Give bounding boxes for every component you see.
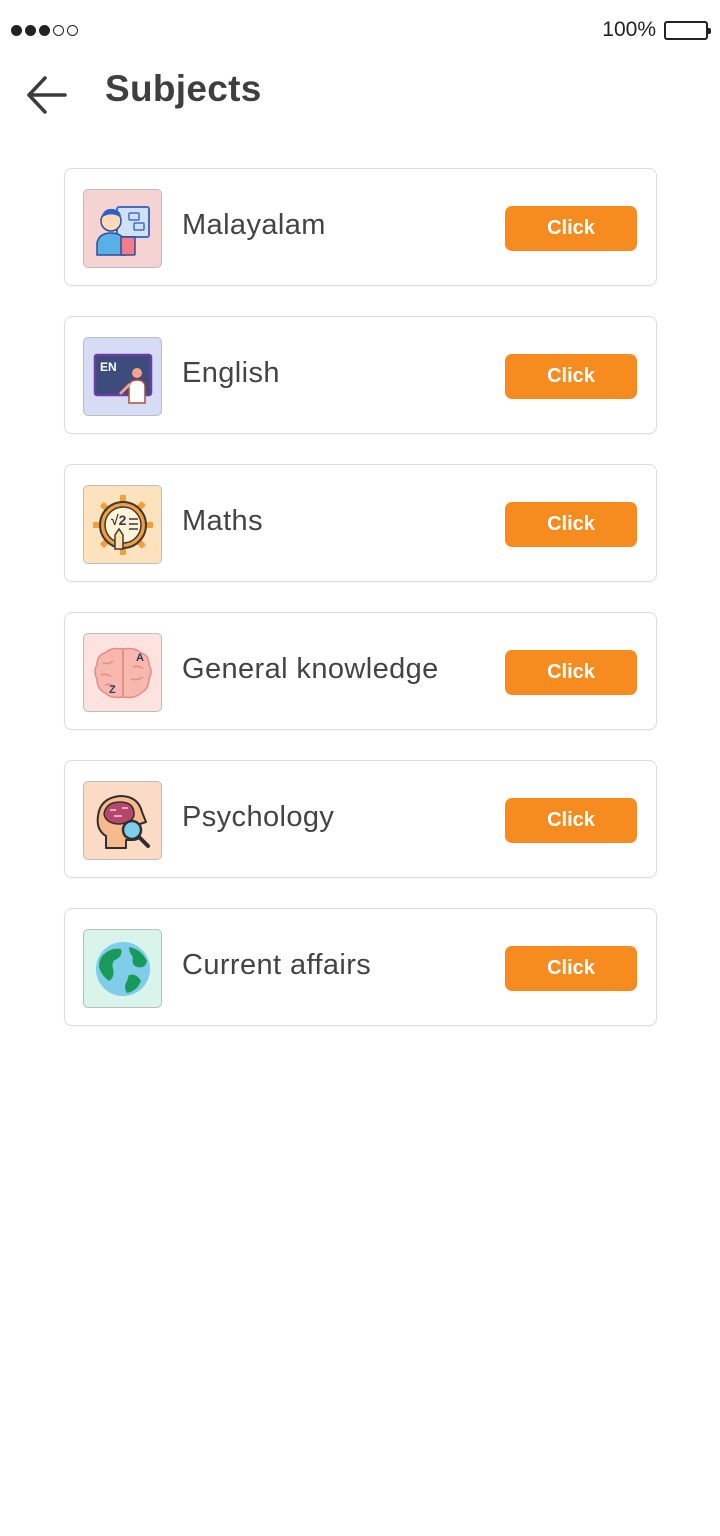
subject-name: Psychology bbox=[182, 801, 335, 833]
signal-dot bbox=[53, 25, 64, 36]
brain-icon: A Z bbox=[83, 633, 162, 712]
english-blackboard-icon: EN bbox=[83, 337, 162, 416]
arrow-left-icon bbox=[27, 76, 67, 114]
subject-card-english[interactable]: EN English Click bbox=[64, 316, 657, 434]
signal-dot bbox=[25, 25, 36, 36]
signal-strength-icon bbox=[11, 25, 78, 36]
click-button[interactable]: Click bbox=[505, 650, 637, 695]
click-button[interactable]: Click bbox=[505, 798, 637, 843]
click-button[interactable]: Click bbox=[505, 206, 637, 251]
subject-name: Current affairs bbox=[182, 949, 372, 981]
subject-list: Malayalam Click EN English Click √2 Math… bbox=[64, 168, 657, 1056]
back-button[interactable] bbox=[24, 74, 70, 116]
svg-text:A: A bbox=[136, 652, 144, 664]
click-button[interactable]: Click bbox=[505, 354, 637, 399]
click-button[interactable]: Click bbox=[505, 502, 637, 547]
battery-status: 100% bbox=[602, 18, 711, 42]
signal-dot bbox=[11, 25, 22, 36]
svg-text:Z: Z bbox=[109, 684, 116, 696]
globe-icon bbox=[83, 929, 162, 1008]
subject-name: Maths bbox=[182, 505, 263, 537]
subject-name: Malayalam bbox=[182, 209, 326, 241]
math-gear-icon: √2 bbox=[83, 485, 162, 564]
svg-text:√2: √2 bbox=[111, 512, 127, 528]
subject-name: General knowledge bbox=[182, 653, 439, 685]
subject-card-current-affairs[interactable]: Current affairs Click bbox=[64, 908, 657, 1026]
click-button[interactable]: Click bbox=[505, 946, 637, 991]
battery-icon bbox=[664, 20, 711, 40]
battery-percent: 100% bbox=[602, 18, 656, 41]
subject-card-malayalam[interactable]: Malayalam Click bbox=[64, 168, 657, 286]
status-bar: 100% bbox=[0, 0, 720, 60]
subject-name: English bbox=[182, 357, 280, 389]
teacher-icon bbox=[83, 189, 162, 268]
app-header: Subjects bbox=[0, 60, 720, 130]
subject-card-maths[interactable]: √2 Maths Click bbox=[64, 464, 657, 582]
page-title: Subjects bbox=[105, 68, 262, 109]
head-magnifier-icon bbox=[83, 781, 162, 860]
subject-card-general-knowledge[interactable]: A Z General knowledge Click bbox=[64, 612, 657, 730]
signal-dot bbox=[67, 25, 78, 36]
svg-text:EN: EN bbox=[100, 360, 117, 374]
signal-dot bbox=[39, 25, 50, 36]
subject-card-psychology[interactable]: Psychology Click bbox=[64, 760, 657, 878]
